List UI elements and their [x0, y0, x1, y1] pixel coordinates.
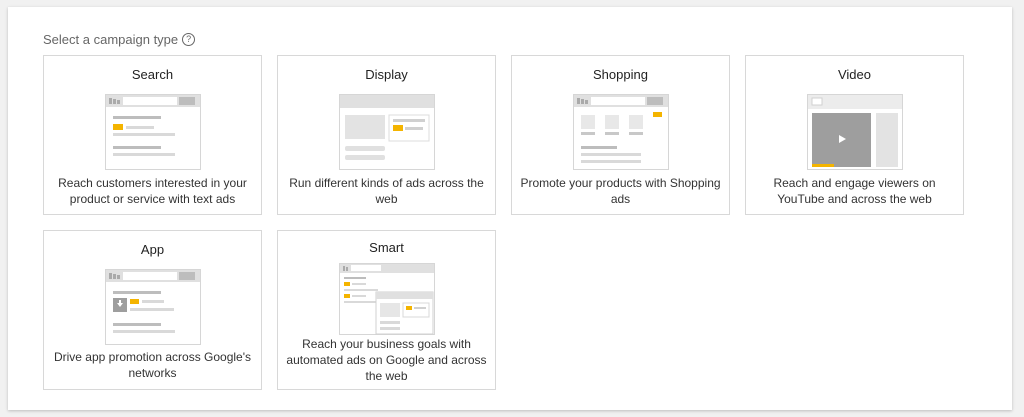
card-title: Shopping [593, 67, 648, 82]
section-heading: Select a campaign type ? [43, 32, 196, 47]
campaign-card-smart[interactable]: Smart Reach your business goals with aut… [277, 230, 496, 390]
card-title: Display [365, 67, 408, 82]
campaign-card-app[interactable]: App Drive app promotion across Google's … [43, 230, 262, 390]
card-description: Promote your products with Shopping ads [520, 176, 721, 206]
card-description: Reach customers interested in your produ… [58, 176, 247, 206]
card-title: App [140, 242, 165, 257]
card-description: Run different kinds of ads across the we… [289, 176, 484, 206]
smart-illustration [339, 263, 435, 335]
card-description: Reach and engage viewers on YouTube and … [773, 176, 936, 206]
campaign-card-video[interactable]: Video Reach and engage viewers on YouTub… [745, 55, 964, 215]
card-title: Search [131, 67, 174, 82]
campaign-card-shopping[interactable]: Shopping Promote your products with Shop… [511, 55, 730, 215]
search-illustration [105, 94, 201, 170]
card-description: Drive app promotion across Google's netw… [53, 350, 252, 380]
heading-text: Select a campaign type [43, 32, 179, 47]
app-illustration [105, 269, 201, 345]
card-title: Video [837, 67, 871, 82]
campaign-card-search[interactable]: Search Reach customers interested in you… [43, 55, 262, 215]
campaign-card-display[interactable]: Display Run different kinds of ads acros… [277, 55, 496, 215]
card-title: Smart [369, 240, 404, 255]
help-circle-icon[interactable]: ? [182, 32, 196, 46]
shopping-illustration [573, 94, 669, 170]
video-illustration [807, 94, 903, 170]
card-description: Reach your business goals with automated… [286, 337, 487, 383]
display-illustration [339, 94, 435, 170]
